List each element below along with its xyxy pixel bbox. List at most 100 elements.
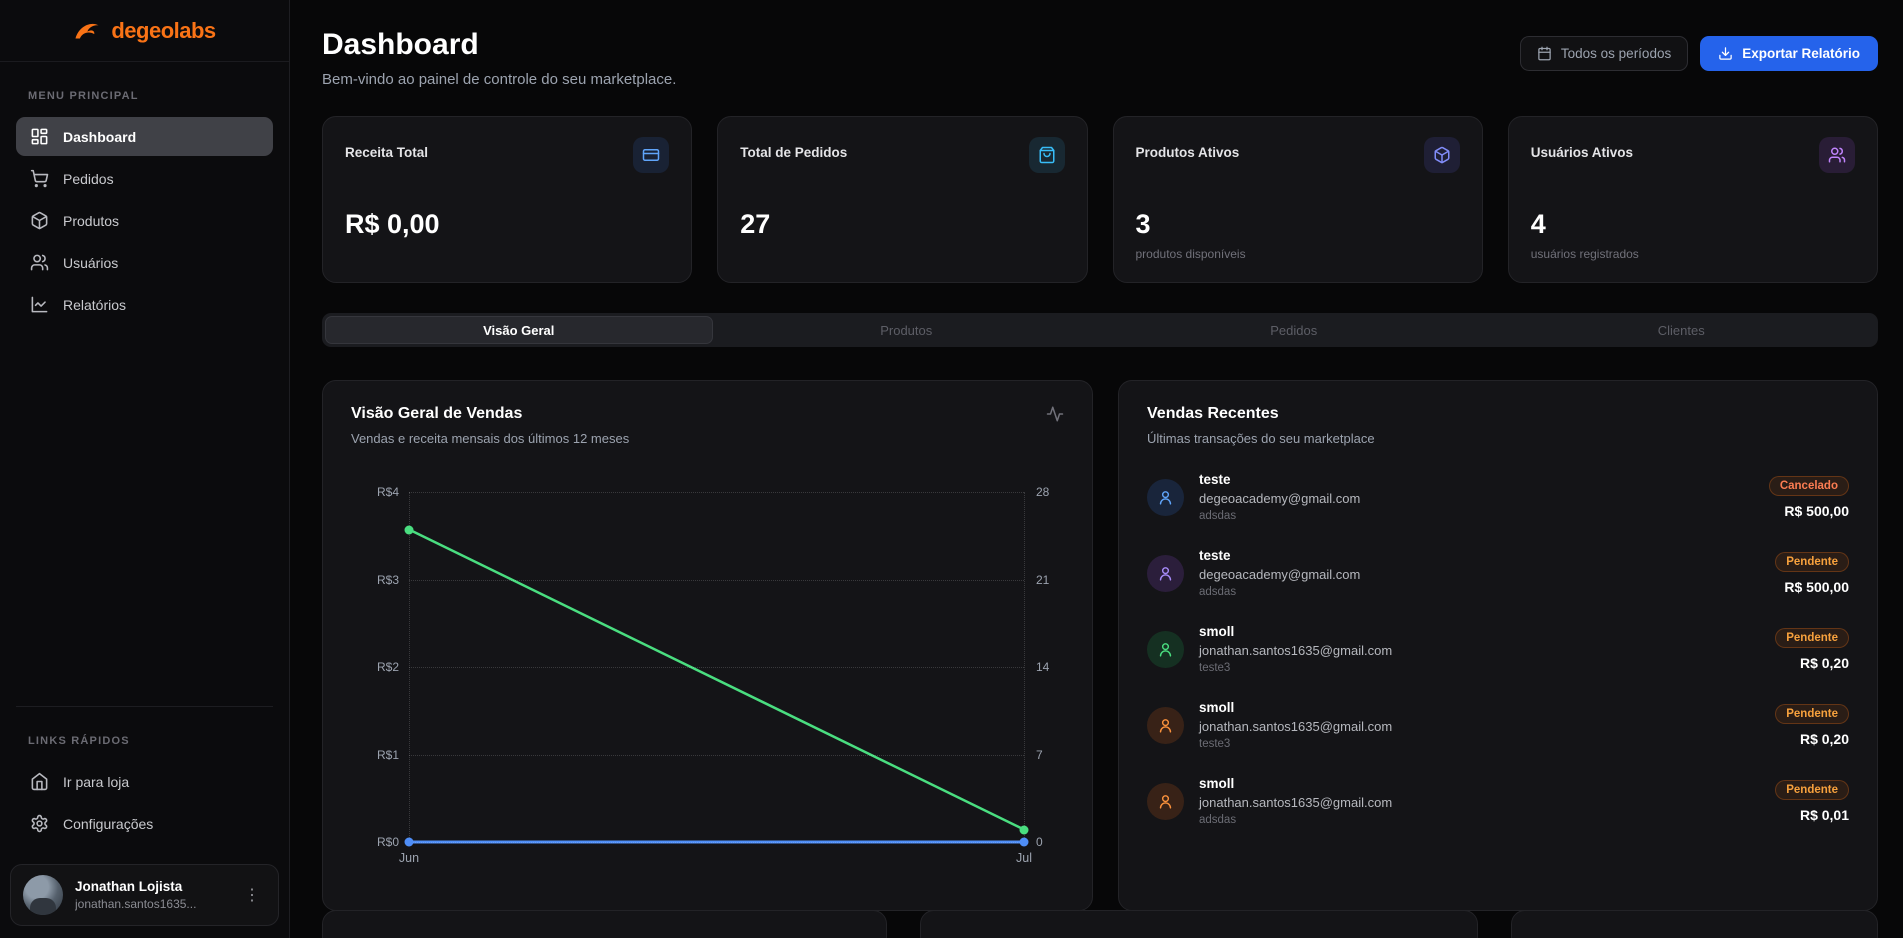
below-fold-cards bbox=[322, 910, 1878, 938]
activity-icon bbox=[1046, 405, 1064, 423]
sidebar-item-dashboard[interactable]: Dashboard bbox=[16, 117, 273, 156]
sidebar-item-configuracoes[interactable]: Configurações bbox=[16, 804, 273, 843]
user-name: Jonathan Lojista bbox=[75, 879, 226, 894]
sale-amount: R$ 0,20 bbox=[1800, 655, 1849, 671]
stat-value: 3 bbox=[1136, 209, 1151, 240]
sale-customer-name: smoll bbox=[1199, 624, 1760, 639]
stat-value: 27 bbox=[740, 209, 770, 240]
status-badge: Pendente bbox=[1775, 628, 1849, 648]
sale-product: teste3 bbox=[1199, 738, 1760, 750]
tab-clientes[interactable]: Clientes bbox=[1488, 316, 1876, 344]
tab-pedidos[interactable]: Pedidos bbox=[1100, 316, 1488, 344]
stat-subtitle: produtos disponíveis bbox=[1136, 247, 1246, 261]
sale-customer-name: teste bbox=[1199, 548, 1760, 563]
gridline bbox=[409, 492, 1024, 493]
stat-label: Receita Total bbox=[345, 145, 428, 160]
y-axis-left-tick: R$3 bbox=[377, 573, 399, 587]
sale-amount: R$ 0,20 bbox=[1800, 731, 1849, 747]
stat-subtitle: usuários registrados bbox=[1531, 247, 1639, 261]
y-axis-right-tick: 21 bbox=[1036, 573, 1049, 587]
y-axis-left-tick: R$2 bbox=[377, 660, 399, 674]
user-icon bbox=[1157, 793, 1174, 810]
user-avatar bbox=[23, 875, 63, 915]
gear-icon bbox=[30, 814, 49, 833]
customer-avatar bbox=[1147, 555, 1184, 592]
users-icon bbox=[1828, 146, 1846, 164]
sale-amount: R$ 0,01 bbox=[1800, 807, 1849, 823]
shopping-bag-icon bbox=[1038, 146, 1056, 164]
period-filter-label: Todos os períodos bbox=[1561, 46, 1671, 61]
sale-amount: R$ 500,00 bbox=[1784, 579, 1849, 595]
sidebar-spacer bbox=[0, 327, 289, 706]
user-profile-card[interactable]: Jonathan Lojista jonathan.santos1635... … bbox=[10, 864, 279, 926]
customer-avatar bbox=[1147, 479, 1184, 516]
tabs-bar: Visão Geral Produtos Pedidos Clientes bbox=[322, 313, 1878, 347]
stat-value: 4 bbox=[1531, 209, 1546, 240]
sale-customer-email: jonathan.santos1635@gmail.com bbox=[1199, 643, 1760, 658]
sale-customer-name: smoll bbox=[1199, 776, 1760, 791]
status-badge: Pendente bbox=[1775, 704, 1849, 724]
user-icon bbox=[1157, 489, 1174, 506]
y-axis-right-tick: 28 bbox=[1036, 485, 1049, 499]
kebab-menu-icon[interactable]: ⋮ bbox=[238, 881, 266, 909]
export-report-label: Exportar Relatório bbox=[1742, 46, 1860, 61]
header-actions: Todos os períodos Exportar Relatório bbox=[1520, 36, 1878, 71]
sale-customer-email: degeoacademy@gmail.com bbox=[1199, 491, 1754, 506]
y-axis-right-tick: 7 bbox=[1036, 748, 1043, 762]
sidebar: degeolabs MENU PRINCIPAL Dashboard Pedid… bbox=[0, 0, 290, 938]
line-chart-icon bbox=[30, 295, 49, 314]
sale-row: smoll jonathan.santos1635@gmail.com test… bbox=[1147, 700, 1849, 750]
quick-section-label: LINKS RÁPIDOS bbox=[16, 725, 273, 759]
sale-amount: R$ 500,00 bbox=[1784, 503, 1849, 519]
sales-title: Vendas Recentes bbox=[1147, 405, 1849, 423]
sidebar-item-produtos[interactable]: Produtos bbox=[16, 201, 273, 240]
user-meta: Jonathan Lojista jonathan.santos1635... bbox=[75, 879, 226, 911]
download-icon bbox=[1718, 46, 1733, 61]
sidebar-item-pedidos[interactable]: Pedidos bbox=[16, 159, 273, 198]
chart-subtitle: Vendas e receita mensais dos últimos 12 … bbox=[351, 431, 629, 446]
stat-card-produtos-ativos: Produtos Ativos 3 produtos disponíveis bbox=[1113, 116, 1483, 283]
sidebar-item-relatorios[interactable]: Relatórios bbox=[16, 285, 273, 324]
sidebar-item-label: Pedidos bbox=[63, 171, 114, 187]
package-icon bbox=[1433, 146, 1451, 164]
receita-data-point bbox=[1020, 838, 1029, 847]
tab-visao-geral[interactable]: Visão Geral bbox=[325, 316, 713, 344]
brand-logo[interactable]: degeolabs bbox=[0, 0, 289, 62]
sidebar-item-label: Ir para loja bbox=[63, 774, 129, 790]
gridline bbox=[409, 842, 1024, 843]
calendar-icon bbox=[1537, 46, 1552, 61]
sale-customer-name: smoll bbox=[1199, 700, 1760, 715]
gridline bbox=[409, 580, 1024, 581]
cart-icon bbox=[30, 169, 49, 188]
brand-name: degeolabs bbox=[111, 18, 215, 44]
export-report-button[interactable]: Exportar Relatório bbox=[1700, 36, 1878, 71]
stat-card-usuarios-ativos: Usuários Ativos 4 usuários registrados bbox=[1508, 116, 1878, 283]
y-axis-left-tick: R$1 bbox=[377, 748, 399, 762]
credit-card-icon bbox=[642, 146, 660, 164]
vendas-data-point bbox=[405, 525, 414, 534]
customer-avatar bbox=[1147, 631, 1184, 668]
tab-produtos[interactable]: Produtos bbox=[713, 316, 1101, 344]
sale-customer-email: degeoacademy@gmail.com bbox=[1199, 567, 1760, 582]
stat-icon-tile bbox=[633, 137, 669, 173]
sidebar-item-label: Configurações bbox=[63, 816, 153, 832]
sale-product: teste3 bbox=[1199, 662, 1760, 674]
sidebar-item-ir-para-loja[interactable]: Ir para loja bbox=[16, 762, 273, 801]
stat-label: Total de Pedidos bbox=[740, 145, 847, 160]
user-icon bbox=[1157, 641, 1174, 658]
wave-logo-icon bbox=[73, 16, 103, 46]
stat-value: R$ 0,00 bbox=[345, 209, 440, 240]
sidebar-item-label: Dashboard bbox=[63, 129, 136, 145]
recent-sales-panel: Vendas Recentes Últimas transações do se… bbox=[1118, 380, 1878, 911]
sidebar-item-usuarios[interactable]: Usuários bbox=[16, 243, 273, 282]
sale-customer-name: teste bbox=[1199, 472, 1754, 487]
dashboard-grid-icon bbox=[30, 127, 49, 146]
y-axis-left-tick: R$0 bbox=[377, 835, 399, 849]
stat-label: Usuários Ativos bbox=[1531, 145, 1633, 160]
content-grid: Visão Geral de Vendas Vendas e receita m… bbox=[322, 380, 1878, 883]
period-filter-button[interactable]: Todos os períodos bbox=[1520, 36, 1688, 71]
menu-section-label: MENU PRINCIPAL bbox=[16, 80, 273, 114]
stats-grid: Receita Total R$ 0,00 Total de Pedidos 2… bbox=[322, 116, 1878, 283]
home-icon bbox=[30, 772, 49, 791]
page-header: Dashboard Bem-vindo ao painel de control… bbox=[322, 28, 1878, 88]
